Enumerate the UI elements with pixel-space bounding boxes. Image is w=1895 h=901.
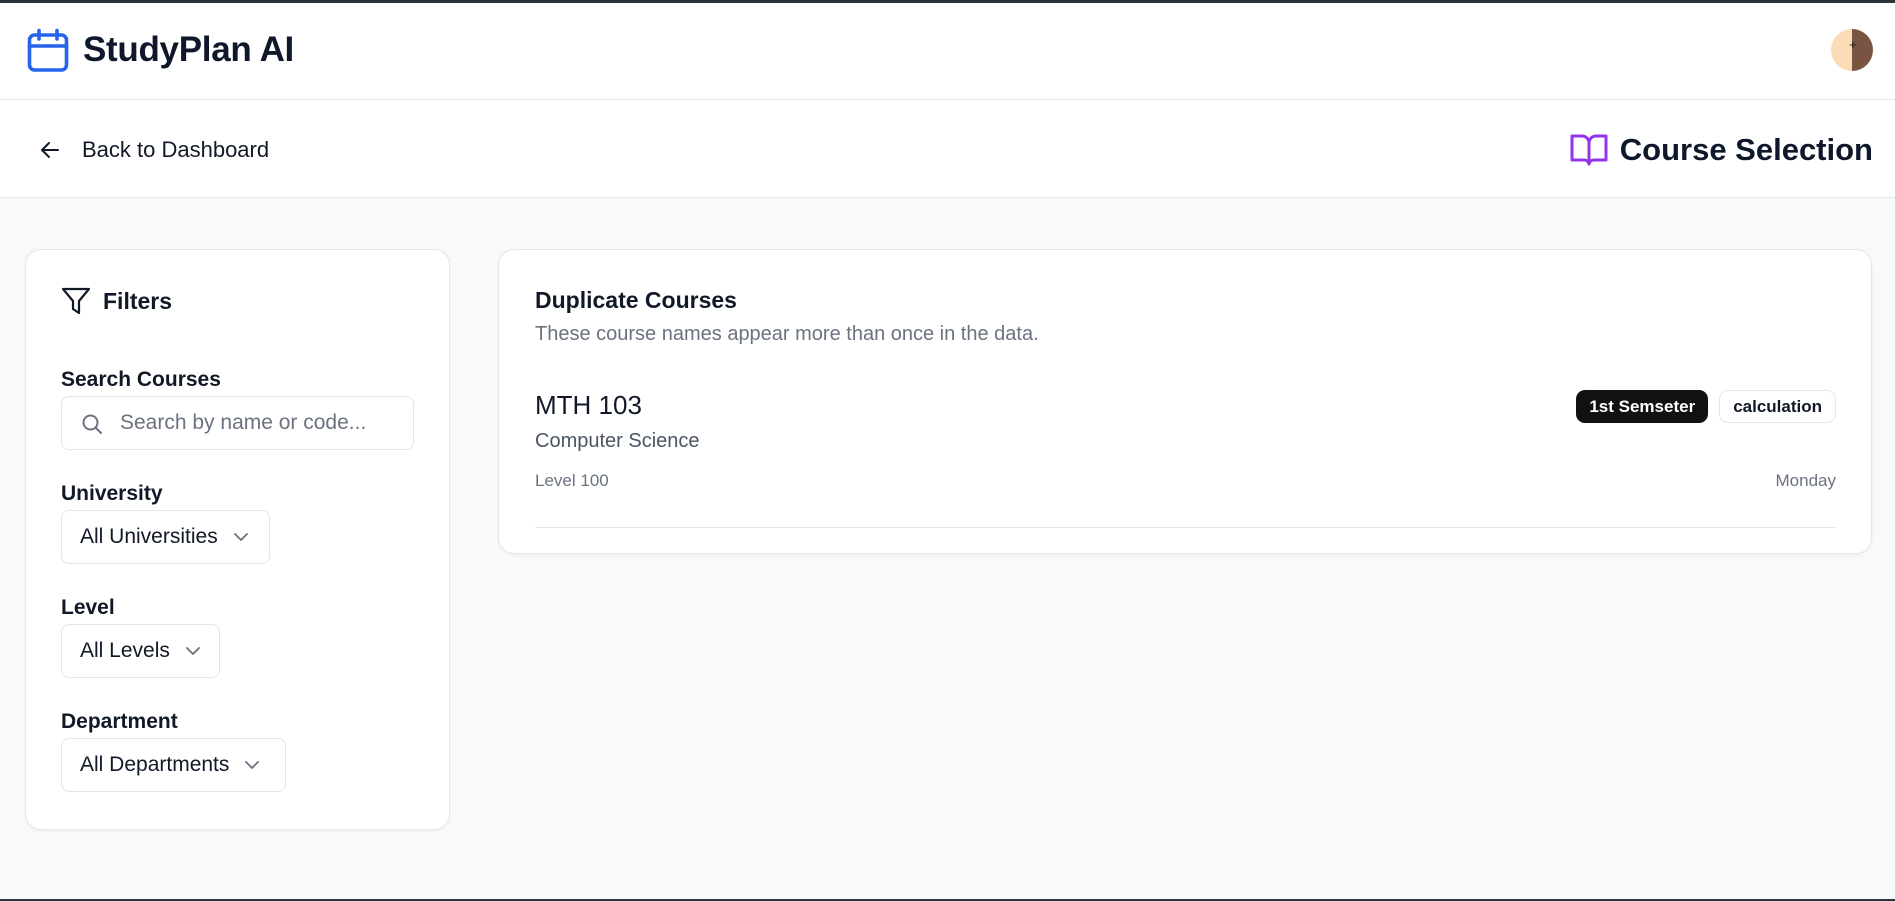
brand[interactable]: StudyPlan AI — [27, 28, 294, 72]
avatar-mark: + — [1849, 37, 1857, 52]
search-courses-label: Search Courses — [61, 368, 221, 391]
university-label: University — [61, 482, 163, 505]
semester-badge: 1st Semseter — [1576, 390, 1709, 423]
app-title: StudyPlan AI — [83, 30, 294, 69]
duplicate-courses-card: Duplicate Courses These course names app… — [498, 249, 1872, 554]
chevron-down-icon — [185, 647, 200, 655]
app-header: StudyPlan AI + — [0, 3, 1895, 100]
chevron-down-icon — [245, 761, 260, 769]
duplicate-courses-description: These course names appear more than once… — [535, 323, 1039, 345]
filters-panel: Filters Search Courses University All Un… — [25, 249, 450, 830]
page-heading: Course Selection — [1570, 132, 1873, 168]
filters-header: Filters — [61, 286, 172, 316]
search-icon — [82, 414, 102, 434]
filter-icon — [61, 287, 91, 315]
university-select[interactable]: All Universities — [61, 510, 270, 564]
duplicate-courses-title: Duplicate Courses — [535, 287, 737, 313]
calendar-icon — [27, 28, 69, 72]
department-select[interactable]: All Departments — [61, 738, 286, 792]
search-box — [61, 396, 414, 450]
department-select-value: All Departments — [80, 753, 230, 776]
filters-title: Filters — [103, 287, 173, 314]
course-code: MTH 103 — [535, 390, 642, 420]
course-department: Computer Science — [535, 430, 700, 452]
search-input[interactable] — [120, 397, 405, 449]
department-label: Department — [61, 710, 178, 733]
level-select[interactable]: All Levels — [61, 624, 220, 678]
course-level: Level 100 — [535, 471, 609, 490]
book-open-icon — [1570, 134, 1608, 166]
course-day: Monday — [1775, 471, 1836, 490]
page-title: Course Selection — [1619, 132, 1873, 167]
level-label: Level — [61, 596, 115, 619]
course-item[interactable]: MTH 103 Computer Science Level 100 Monda… — [535, 390, 1836, 528]
avatar[interactable]: + — [1831, 29, 1873, 71]
back-to-dashboard-link[interactable]: Back to Dashboard — [38, 137, 269, 163]
chevron-down-icon — [233, 533, 248, 541]
university-select-value: All Universities — [80, 525, 218, 548]
topic-badge: calculation — [1719, 390, 1836, 423]
back-link-label: Back to Dashboard — [82, 137, 270, 162]
level-select-value: All Levels — [80, 639, 170, 662]
arrow-left-icon — [41, 142, 59, 158]
sub-navigation: Back to Dashboard Course Selection — [0, 100, 1895, 198]
course-badges: 1st Semseter calculation — [1576, 390, 1836, 423]
